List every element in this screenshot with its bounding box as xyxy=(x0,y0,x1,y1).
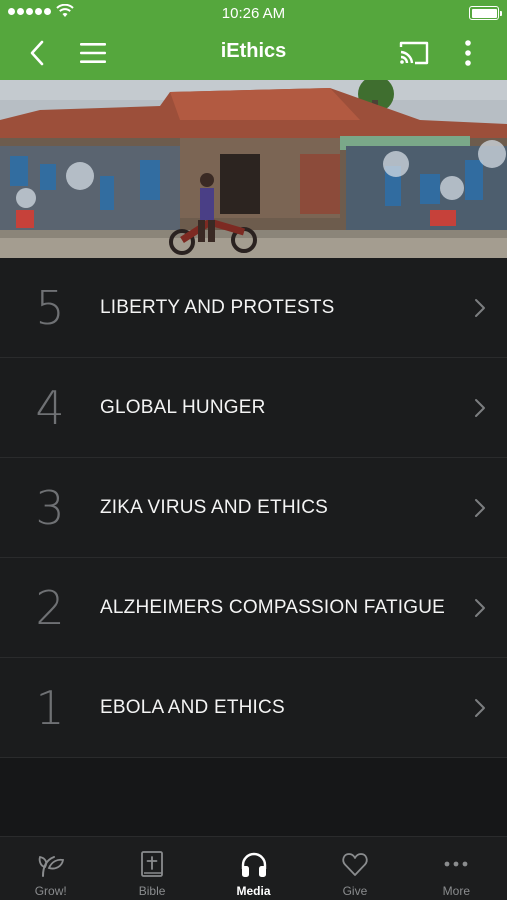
episode-title: EBOLA AND ETHICS xyxy=(100,697,285,718)
tab-label: More xyxy=(442,884,470,898)
episode-number: 4 xyxy=(35,381,65,435)
bible-icon xyxy=(141,851,164,877)
chevron-right-icon xyxy=(475,599,485,617)
hero-image xyxy=(0,80,507,258)
tab-more[interactable]: More xyxy=(406,837,507,900)
chevron-right-icon xyxy=(475,499,485,517)
list-item[interactable]: 5 LIBERTY AND PROTESTS xyxy=(0,258,507,358)
back-chevron-icon[interactable] xyxy=(24,38,54,68)
episode-number: 3 xyxy=(35,481,65,535)
bottom-tab-bar: Grow! Bible Media Give More xyxy=(0,836,507,900)
navigation-bar: iEthics xyxy=(0,26,507,80)
episode-title: LIBERTY AND PROTESTS xyxy=(100,297,335,318)
list-item[interactable]: 2 ALZHEIMERS COMPASSION FATIGUE xyxy=(0,558,507,658)
episode-number: 2 xyxy=(35,581,65,635)
tab-label: Grow! xyxy=(34,884,67,898)
tab-bible[interactable]: Bible xyxy=(101,837,202,900)
episode-list: 5 LIBERTY AND PROTESTS 4 GLOBAL HUNGER 3… xyxy=(0,258,507,758)
list-item[interactable]: 4 GLOBAL HUNGER xyxy=(0,358,507,458)
episode-title: GLOBAL HUNGER xyxy=(100,397,266,418)
tab-give[interactable]: Give xyxy=(304,837,405,900)
tab-grow[interactable]: Grow! xyxy=(0,837,101,900)
street-market-photo xyxy=(0,80,507,258)
episode-number: 5 xyxy=(35,281,65,335)
status-bar: 10:26 AM xyxy=(0,0,507,26)
battery-icon xyxy=(469,6,502,20)
app-header: 10:26 AM iEthics xyxy=(0,0,507,80)
hamburger-menu-icon[interactable] xyxy=(78,40,108,66)
episode-title: ZIKA VIRUS AND ETHICS xyxy=(100,497,329,518)
list-item[interactable]: 1 EBOLA AND ETHICS xyxy=(0,658,507,758)
cast-icon[interactable] xyxy=(398,39,430,67)
chevron-right-icon xyxy=(475,699,485,717)
heart-icon xyxy=(342,853,368,876)
tab-label: Give xyxy=(342,884,368,898)
tab-label: Media xyxy=(236,884,271,898)
tab-media[interactable]: Media xyxy=(203,837,304,900)
page-title: iEthics xyxy=(220,40,287,62)
episode-title: ALZHEIMERS COMPASSION FATIGUE xyxy=(100,597,446,618)
tab-label: Bible xyxy=(138,884,166,898)
episode-number: 1 xyxy=(35,681,65,735)
status-time: 10:26 AM xyxy=(221,5,286,22)
list-item[interactable]: 3 ZIKA VIRUS AND ETHICS xyxy=(0,458,507,558)
chevron-right-icon xyxy=(475,299,485,317)
chevron-right-icon xyxy=(475,399,485,417)
sprout-icon xyxy=(38,855,64,877)
headphones-icon xyxy=(241,852,266,877)
ellipsis-icon xyxy=(444,861,468,867)
more-options-icon[interactable] xyxy=(458,38,478,68)
